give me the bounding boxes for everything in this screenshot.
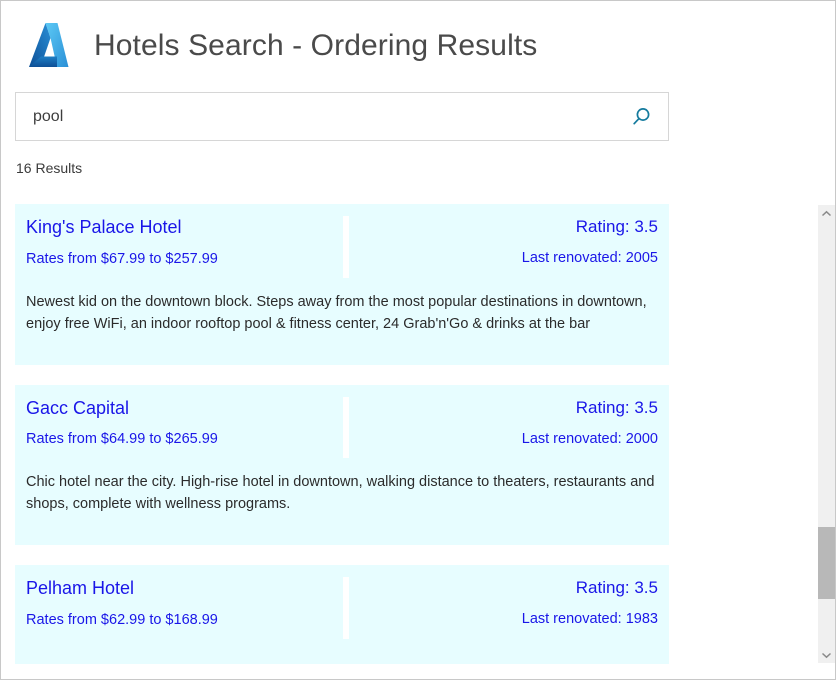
hotel-last-renovated: Last renovated: 2000 (359, 430, 658, 448)
card-left-column: King's Palace Hotel Rates from $67.99 to… (15, 216, 343, 278)
results-count: 16 Results (16, 160, 82, 176)
results-list: King's Palace Hotel Rates from $67.99 to… (15, 204, 669, 664)
list-item[interactable]: Gacc Capital Rates from $64.99 to $265.9… (15, 385, 669, 546)
hotel-description (15, 639, 669, 652)
card-bottom-spacer (15, 652, 669, 664)
hotel-rating: Rating: 3.5 (359, 397, 658, 419)
scrollbar-thumb[interactable] (818, 527, 835, 599)
hotel-rates: Rates from $64.99 to $265.99 (26, 430, 333, 448)
hotel-rating: Rating: 3.5 (359, 216, 658, 238)
list-item[interactable]: King's Palace Hotel Rates from $67.99 to… (15, 204, 669, 365)
scroll-down-button[interactable] (818, 646, 835, 663)
hotel-last-renovated: Last renovated: 2005 (359, 249, 658, 267)
list-item[interactable]: Pelham Hotel Rates from $62.99 to $168.9… (15, 565, 669, 664)
search-bar[interactable] (15, 92, 669, 141)
card-bottom-spacer (15, 335, 669, 365)
azure-logo-icon (20, 18, 76, 74)
hotel-description: Newest kid on the downtown block. Steps … (15, 278, 669, 335)
hotel-rating: Rating: 3.5 (359, 577, 658, 599)
vertical-scrollbar[interactable] (817, 205, 834, 663)
page-title: Hotels Search - Ordering Results (94, 29, 537, 62)
search-button[interactable] (614, 93, 668, 140)
hotel-rates: Rates from $62.99 to $168.99 (26, 611, 333, 629)
card-right-column: Rating: 3.5 Last renovated: 2000 (349, 397, 669, 458)
chevron-up-icon (821, 210, 832, 218)
search-input[interactable] (16, 93, 614, 140)
app-window: Hotels Search - Ordering Results 16 Resu… (0, 0, 836, 680)
card-left-column: Pelham Hotel Rates from $62.99 to $168.9… (15, 577, 343, 639)
hotel-description: Chic hotel near the city. High-rise hote… (15, 458, 669, 515)
card-right-column: Rating: 3.5 Last renovated: 1983 (349, 577, 669, 638)
hotel-rates: Rates from $67.99 to $257.99 (26, 250, 333, 268)
card-header-row: Gacc Capital Rates from $64.99 to $265.9… (15, 385, 669, 459)
card-left-column: Gacc Capital Rates from $64.99 to $265.9… (15, 397, 343, 459)
card-right-column: Rating: 3.5 Last renovated: 2005 (349, 216, 669, 277)
card-header-row: Pelham Hotel Rates from $62.99 to $168.9… (15, 565, 669, 639)
hotel-name[interactable]: Gacc Capital (26, 397, 333, 420)
chevron-down-icon (821, 651, 832, 659)
app-header: Hotels Search - Ordering Results (1, 1, 835, 81)
scrollbar-track[interactable] (818, 222, 835, 646)
scroll-up-button[interactable] (818, 205, 835, 222)
card-bottom-spacer (15, 515, 669, 545)
search-icon (630, 106, 652, 128)
hotel-name[interactable]: Pelham Hotel (26, 577, 333, 600)
card-header-row: King's Palace Hotel Rates from $67.99 to… (15, 204, 669, 278)
hotel-last-renovated: Last renovated: 1983 (359, 610, 658, 628)
hotel-name[interactable]: King's Palace Hotel (26, 216, 333, 239)
